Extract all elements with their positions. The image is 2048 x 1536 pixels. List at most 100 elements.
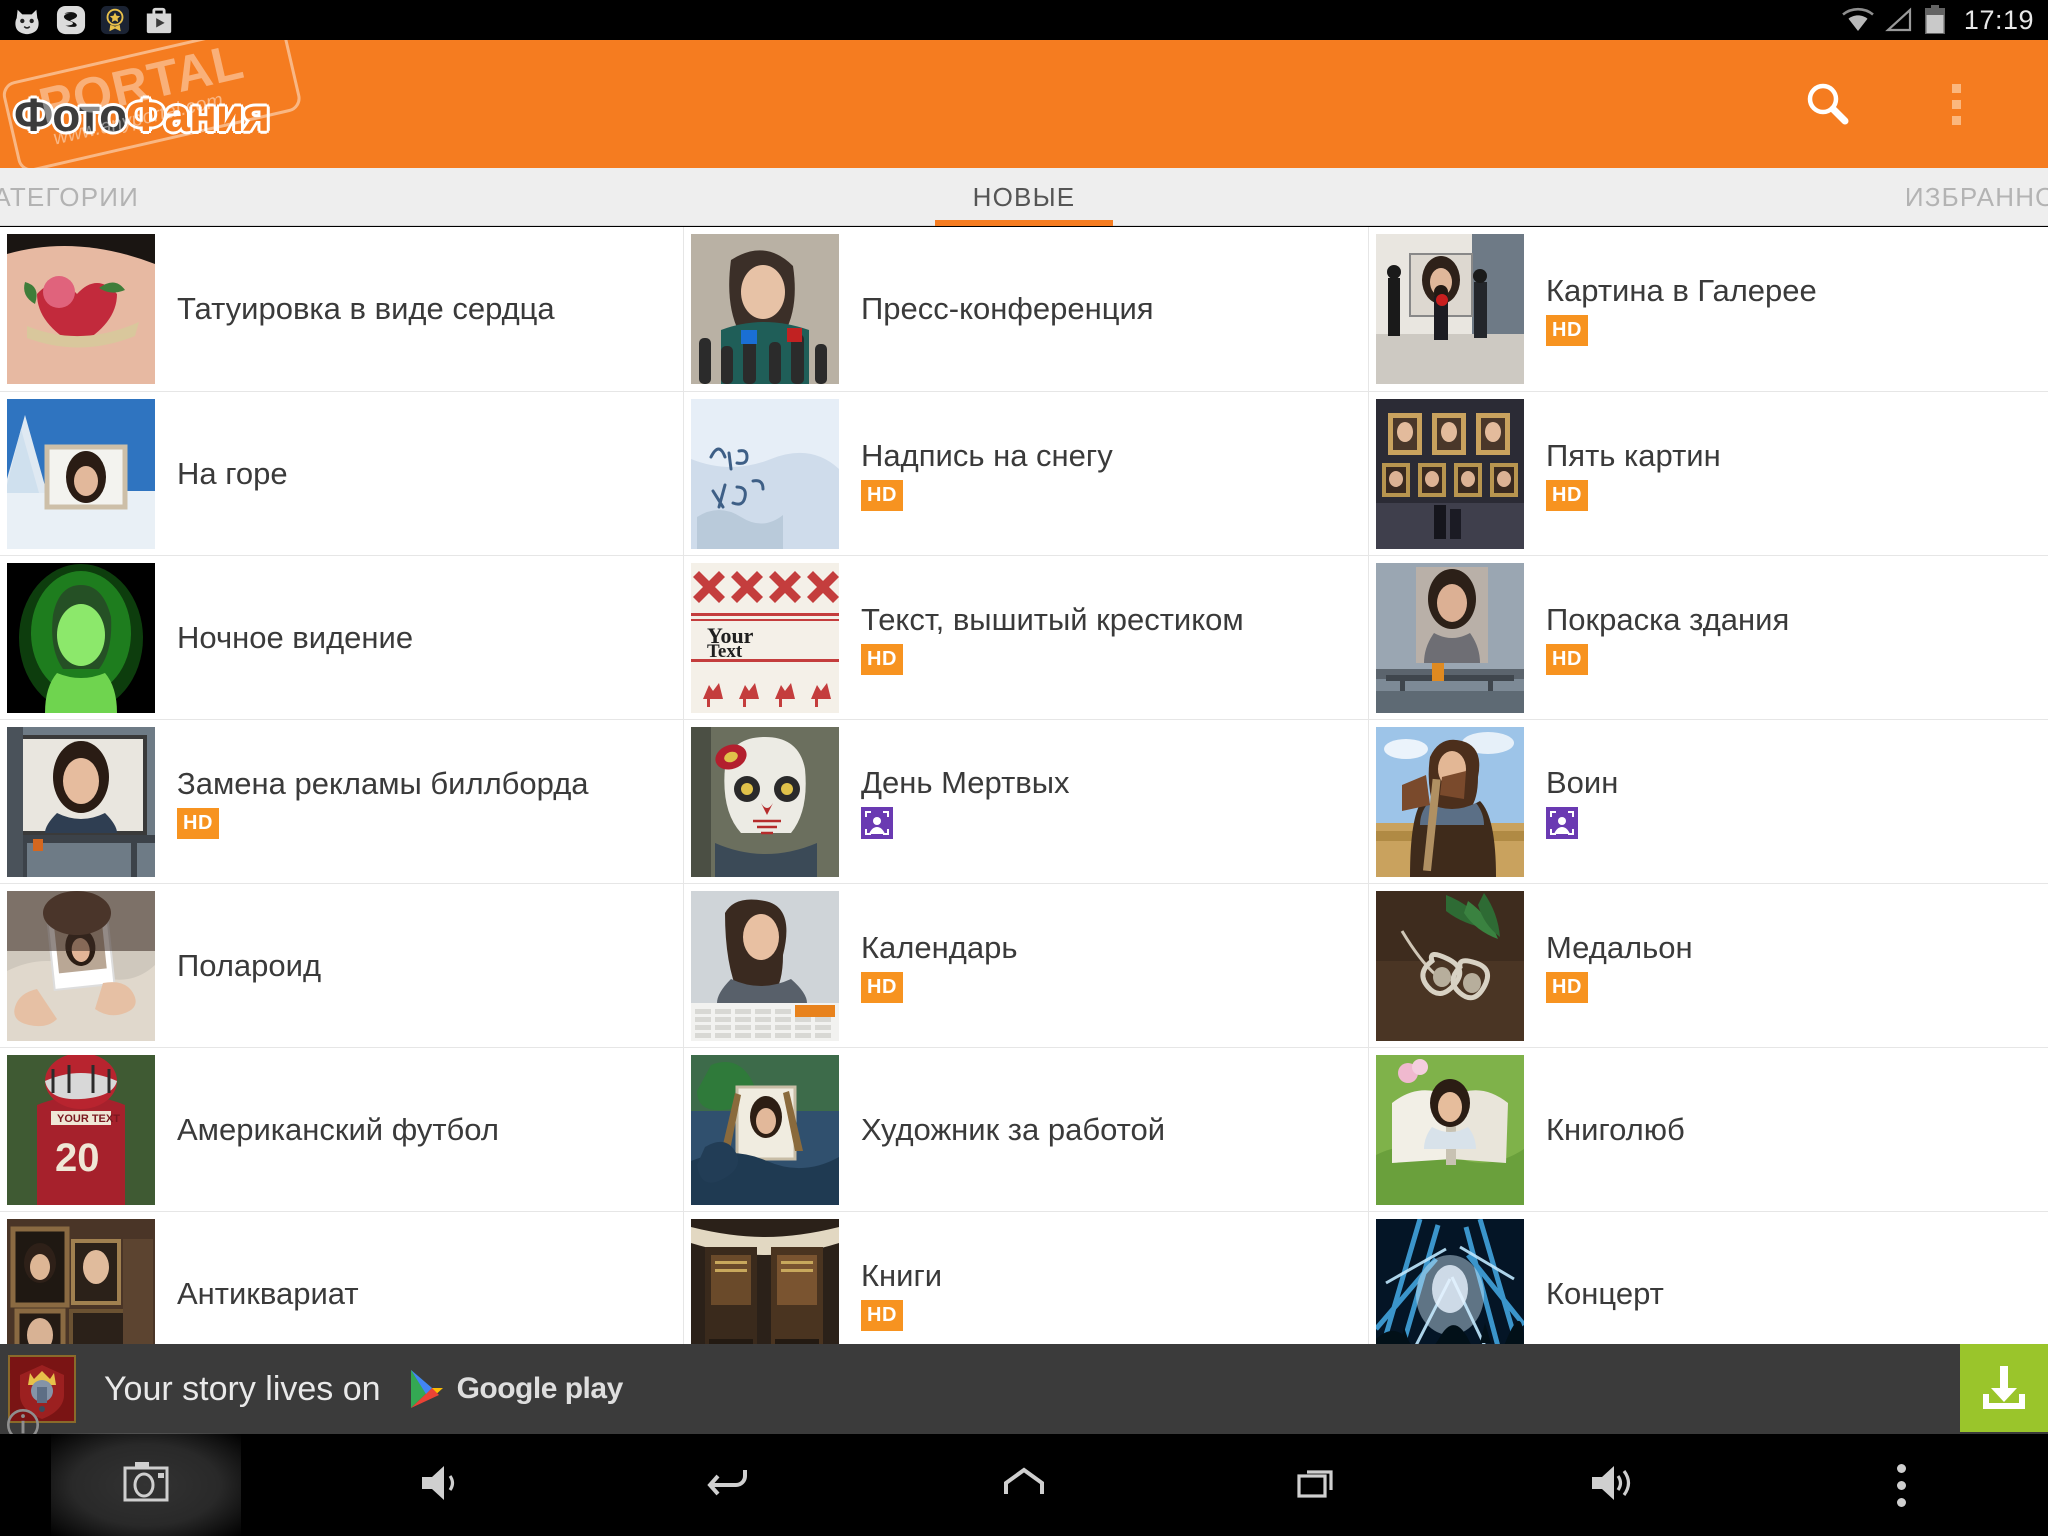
recent-apps-icon xyxy=(1290,1456,1344,1515)
effect-badges: HD xyxy=(177,808,589,839)
more-button[interactable] xyxy=(1755,1434,2048,1536)
app-logo-text: ФотоФания xyxy=(14,88,269,142)
effect-list-item[interactable]: Воин xyxy=(1368,720,2048,884)
effect-list-item[interactable]: КалендарьHD xyxy=(683,884,1368,1048)
effect-title: Надпись на снегу xyxy=(861,438,1113,474)
effect-title: Пять картин xyxy=(1546,438,1721,474)
effect-thumbnail: YourText xyxy=(691,563,839,713)
android-screen: 17:19 ФотоФания PORTAL www.anyportal.com xyxy=(0,0,2048,1536)
app-bar: ФотоФания PORTAL www.anyportal.com xyxy=(0,40,2048,168)
effect-thumbnail xyxy=(691,727,839,877)
back-button[interactable] xyxy=(585,1434,878,1536)
effect-title: Книголюб xyxy=(1546,1112,1685,1148)
effect-list-item[interactable]: YourText Текст, вышитый крестиком HD xyxy=(683,556,1368,720)
effect-list-item[interactable]: Художник за работой xyxy=(683,1048,1368,1212)
tab-new[interactable]: НОВЫЕ xyxy=(700,168,1348,226)
effect-list-item[interactable]: Надпись на снегуHD xyxy=(683,392,1368,556)
overflow-menu-button[interactable] xyxy=(1926,74,1986,134)
effect-list-item[interactable]: Полароид xyxy=(0,884,683,1048)
effect-list-item[interactable]: Пять картин HD xyxy=(1368,392,2048,556)
effect-meta: Ночное видение xyxy=(155,620,413,656)
volume-up-icon xyxy=(1582,1456,1636,1515)
effect-list-item[interactable]: YOUR TEXT20Американский футбол xyxy=(0,1048,683,1212)
effect-list-item[interactable]: День Мертвых xyxy=(683,720,1368,884)
effect-thumbnail xyxy=(691,399,839,549)
list-row: Замена рекламы биллбордаHDДень Мертвых Во… xyxy=(0,719,2048,883)
hd-badge: HD xyxy=(861,644,903,675)
effect-title: Текст, вышитый крестиком xyxy=(861,602,1244,638)
effect-meta: Картина в ГалерееHD xyxy=(1524,273,1817,346)
recents-button[interactable] xyxy=(1170,1434,1463,1536)
effect-list-item[interactable]: Концерт xyxy=(1368,1212,2048,1344)
camera-button[interactable] xyxy=(0,1434,293,1536)
search-icon xyxy=(1802,78,1854,130)
effect-meta: КалендарьHD xyxy=(839,930,1017,1003)
list-row: Ночное видение YourText Текст, вышитый кре… xyxy=(0,555,2048,719)
face-detect-badge xyxy=(1546,807,1578,839)
list-row: Татуировка в виде сердца Пресс-конференци… xyxy=(0,227,2048,391)
status-bar-system-icons: 17:19 xyxy=(1841,5,2048,36)
effect-thumbnail xyxy=(691,891,839,1041)
search-button[interactable] xyxy=(1798,74,1858,134)
svg-text:YOUR TEXT: YOUR TEXT xyxy=(57,1113,120,1125)
effect-thumbnail xyxy=(1376,891,1524,1041)
volume-down-button[interactable] xyxy=(293,1434,586,1536)
effect-list-item[interactable]: Картина в ГалерееHD xyxy=(1368,227,2048,391)
tab-favorites[interactable]: ИЗБРАННОЕ xyxy=(1760,168,2048,226)
effect-list-item[interactable]: Покраска зданияHD xyxy=(1368,556,2048,720)
effect-list-item[interactable]: TEXTTEXTКнигиHD xyxy=(683,1212,1368,1344)
effect-list-item[interactable]: Книголюб xyxy=(1368,1048,2048,1212)
volume-up-button[interactable] xyxy=(1463,1434,1756,1536)
effect-meta: Антиквариат xyxy=(155,1276,359,1312)
effect-title: Полароид xyxy=(177,948,321,984)
face-icon xyxy=(1549,810,1575,836)
hd-badge: HD xyxy=(1546,315,1588,346)
effect-thumbnail xyxy=(7,1219,155,1344)
effect-meta: Татуировка в виде сердца xyxy=(155,291,555,327)
effect-list-item[interactable]: Замена рекламы биллбордаHD xyxy=(0,720,683,884)
list-row: YOUR TEXT20Американский футболХудожник з… xyxy=(0,1047,2048,1211)
effect-thumbnail xyxy=(7,399,155,549)
signal-icon xyxy=(1884,6,1914,34)
face-icon xyxy=(864,810,890,836)
status-bar-notification-icons xyxy=(0,5,174,35)
svg-text:Text: Text xyxy=(707,641,743,662)
effect-thumbnail xyxy=(7,727,155,877)
effect-thumbnail xyxy=(1376,1219,1524,1344)
effect-thumbnail xyxy=(691,234,839,384)
effect-title: Воин xyxy=(1546,765,1618,801)
list-row: Антиквариат TEXTTEXTКнигиHD Концерт xyxy=(0,1211,2048,1344)
app-logo[interactable]: ФотоФания PORTAL www.anyportal.com xyxy=(0,40,300,168)
volume-down-icon xyxy=(412,1456,466,1515)
ad-banner[interactable]: Your story lives on Google play xyxy=(0,1344,2048,1434)
effects-list[interactable]: Татуировка в виде сердца Пресс-конференци… xyxy=(0,227,2048,1344)
home-button[interactable] xyxy=(878,1434,1171,1536)
tab-bar: КАТЕГОРИИ НОВЫЕ ИЗБРАННОЕ xyxy=(0,168,2048,226)
effect-list-item[interactable]: МедальонHD xyxy=(1368,884,2048,1048)
tab-favorites-label: ИЗБРАННОЕ xyxy=(1905,182,2048,213)
effect-list-item[interactable]: Антиквариат xyxy=(0,1212,683,1344)
effect-thumbnail xyxy=(1376,563,1524,713)
effect-meta: Пресс-конференция xyxy=(839,291,1154,327)
effect-thumbnail xyxy=(691,1055,839,1205)
app-bar-actions xyxy=(1798,74,2048,134)
list-row: На горе Надпись на снегуHD Пять картин HD xyxy=(0,391,2048,555)
effect-title: На горе xyxy=(177,456,288,492)
effect-meta: Пять картин HD xyxy=(1524,438,1721,511)
effect-title: Концерт xyxy=(1546,1276,1664,1312)
hd-badge: HD xyxy=(1546,644,1588,675)
effect-list-item[interactable]: Татуировка в виде сердца xyxy=(0,227,683,391)
effect-title: Книги xyxy=(861,1258,942,1294)
effect-badges: HD xyxy=(1546,480,1721,511)
ad-install-button[interactable] xyxy=(1960,1344,2048,1432)
snapchat-like-icon xyxy=(56,5,86,35)
back-arrow-icon xyxy=(704,1456,758,1515)
ad-headline: Your story lives on xyxy=(104,1370,381,1409)
status-bar-clock: 17:19 xyxy=(1964,5,2034,36)
tab-categories[interactable]: КАТЕГОРИИ xyxy=(0,168,288,226)
overflow-menu-icon xyxy=(1952,84,1961,125)
list-row: Полароид КалендарьHD МедальонHD xyxy=(0,883,2048,1047)
effect-list-item[interactable]: На горе xyxy=(0,392,683,556)
effect-list-item[interactable]: Пресс-конференция xyxy=(683,227,1368,391)
effect-list-item[interactable]: Ночное видение xyxy=(0,556,683,720)
